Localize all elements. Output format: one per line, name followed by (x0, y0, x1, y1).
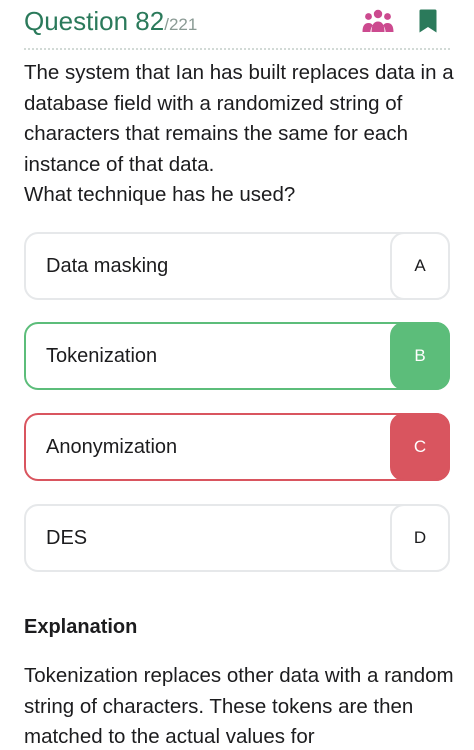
header-divider (24, 48, 450, 50)
option-letter-badge: B (390, 322, 450, 390)
option-b[interactable]: Tokenization B (24, 322, 450, 390)
explanation-text: Tokenization replaces other data with a … (24, 664, 454, 748)
question-total: /221 (164, 15, 198, 34)
explanation-heading: Explanation (24, 616, 138, 638)
option-c[interactable]: Anonymization C (24, 413, 450, 481)
bookmark-icon[interactable] (411, 6, 445, 36)
question-label: Question 82 (24, 6, 165, 36)
bookmark-icon-glyph (419, 9, 437, 33)
option-letter-badge: C (390, 413, 450, 481)
option-label: DES (46, 527, 88, 549)
question-body: The system that Ian has built replaces d… (24, 58, 454, 211)
option-a[interactable]: Data masking A (24, 232, 450, 300)
option-d[interactable]: DES D (24, 504, 450, 572)
option-letter-badge: A (390, 232, 450, 300)
people-group-icon[interactable] (361, 6, 395, 36)
people-group-icon-glyph (362, 9, 394, 32)
question-number: Question 82/221 (24, 5, 197, 41)
option-label: Data masking (46, 255, 169, 277)
question-prompt: What technique has he used? (24, 183, 296, 206)
option-label: Tokenization (46, 345, 158, 367)
question-text: The system that Ian has built replaces d… (24, 61, 454, 176)
question-header: Question 82/221 (0, 0, 474, 48)
question-page: Question 82/221 The system that Ian has … (0, 0, 474, 750)
option-letter-badge: D (390, 504, 450, 572)
option-label: Anonymization (46, 436, 178, 458)
